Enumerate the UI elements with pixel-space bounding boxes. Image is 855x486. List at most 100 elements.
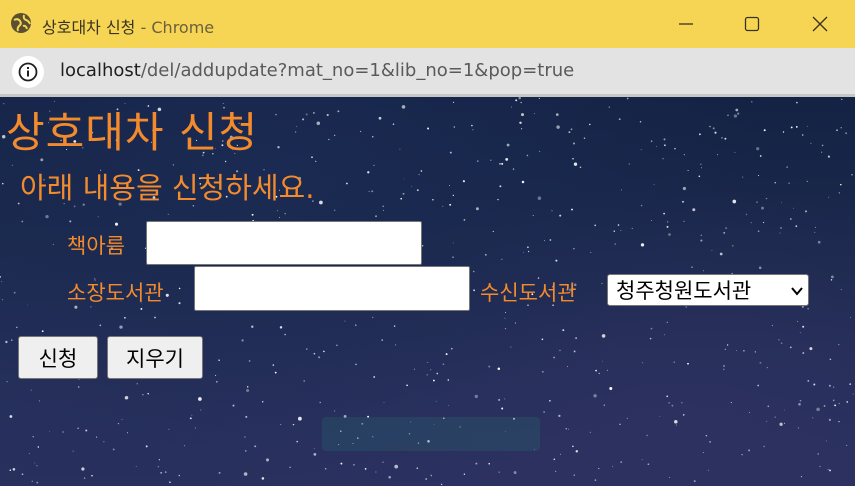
star <box>72 450 74 452</box>
star <box>103 441 105 443</box>
star <box>305 113 308 116</box>
star <box>401 105 406 109</box>
star <box>178 474 181 477</box>
clear-button[interactable]: 지우기 <box>107 336 203 379</box>
star <box>668 476 671 478</box>
star <box>813 383 816 386</box>
star <box>650 140 653 142</box>
star <box>378 116 382 120</box>
star <box>296 126 298 128</box>
star <box>292 423 295 426</box>
star <box>724 137 727 140</box>
background-blur-artifact <box>322 417 540 451</box>
star <box>734 151 736 153</box>
star <box>1 298 4 301</box>
star <box>27 304 29 306</box>
star <box>736 350 737 351</box>
star <box>809 347 813 351</box>
star <box>699 133 701 136</box>
star <box>261 400 264 403</box>
star <box>681 401 683 404</box>
star <box>707 469 709 471</box>
star <box>318 356 321 359</box>
star <box>218 471 221 474</box>
star <box>527 246 529 249</box>
star <box>763 445 765 448</box>
url-text[interactable]: localhost/del/addupdate?mat_no=1&lib_no=… <box>60 60 574 81</box>
star <box>539 150 541 152</box>
star <box>662 158 664 160</box>
address-bar[interactable]: localhost/del/addupdate?mat_no=1&lib_no=… <box>0 48 855 94</box>
star <box>748 449 751 452</box>
star <box>595 369 597 372</box>
close-button[interactable] <box>787 0 853 48</box>
star <box>810 142 812 144</box>
star <box>501 162 504 165</box>
star <box>664 144 666 146</box>
star <box>641 459 643 461</box>
star <box>759 155 762 157</box>
star <box>572 445 574 448</box>
star <box>838 344 840 346</box>
submit-button[interactable]: 신청 <box>18 336 98 379</box>
star <box>337 110 340 113</box>
maximize-button[interactable] <box>719 0 785 48</box>
star <box>795 225 798 228</box>
star <box>77 386 80 388</box>
star <box>157 465 160 468</box>
star <box>701 167 703 169</box>
star <box>501 407 504 410</box>
holding-library-input[interactable] <box>194 266 470 311</box>
star <box>453 126 455 128</box>
receiving-library-select[interactable]: 청주청원도서관 <box>607 274 809 306</box>
star <box>812 417 814 419</box>
star <box>45 214 49 219</box>
site-info-button[interactable] <box>12 56 44 88</box>
star <box>140 307 143 310</box>
star <box>512 168 515 170</box>
window-title: 상호대차 신청 - Chrome <box>42 14 214 38</box>
star <box>241 339 244 342</box>
star <box>827 155 831 158</box>
star <box>521 128 523 130</box>
star <box>735 108 739 112</box>
star <box>178 287 181 290</box>
star <box>445 353 448 356</box>
star <box>553 356 555 359</box>
star <box>311 156 313 159</box>
star <box>121 419 123 420</box>
star <box>344 320 346 322</box>
star <box>403 178 405 180</box>
star <box>191 414 193 416</box>
star <box>463 219 466 221</box>
star <box>368 190 370 193</box>
star <box>112 448 115 451</box>
star <box>440 483 443 486</box>
star <box>414 368 416 370</box>
minimize-button[interactable] <box>653 0 719 48</box>
star <box>306 348 308 350</box>
star <box>626 417 628 419</box>
star <box>394 464 399 469</box>
star <box>783 409 785 411</box>
star <box>543 411 545 413</box>
star <box>523 251 525 253</box>
star <box>560 453 562 455</box>
star <box>449 184 450 186</box>
star <box>323 350 325 353</box>
star <box>442 363 445 366</box>
star <box>355 363 357 366</box>
star <box>165 293 169 297</box>
star <box>400 197 403 200</box>
star <box>851 173 853 176</box>
star <box>498 399 500 401</box>
star <box>823 405 826 407</box>
star <box>730 402 732 404</box>
title-bar: 상호대차 신청 - Chrome <box>0 0 855 48</box>
star <box>687 362 689 365</box>
star <box>279 326 283 329</box>
star <box>594 479 597 481</box>
chevron-down-icon <box>791 287 803 296</box>
star <box>682 414 685 416</box>
book-name-input[interactable] <box>146 221 422 265</box>
